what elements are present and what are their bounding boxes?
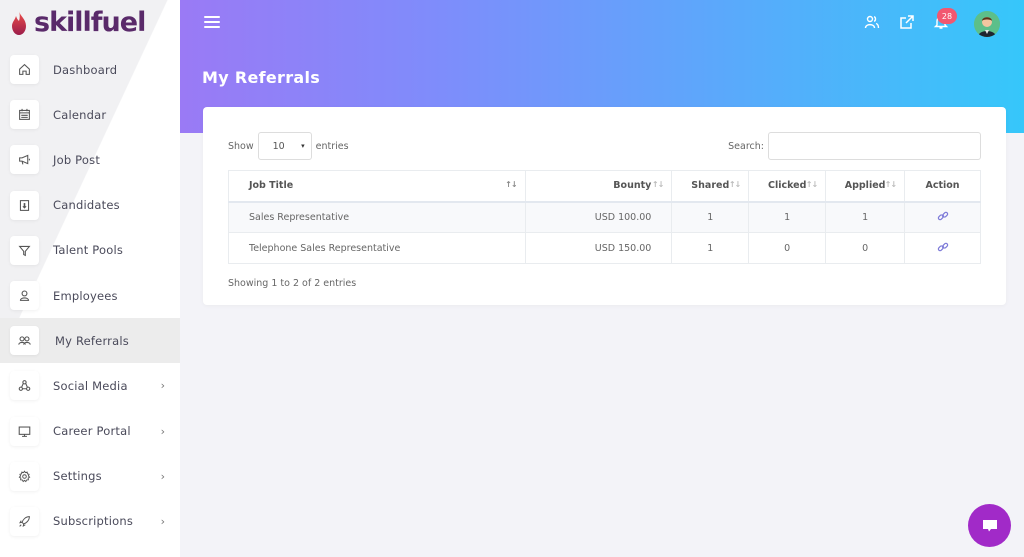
- sidebar-item-label: My Referrals: [55, 333, 129, 348]
- filter-icon: [10, 235, 39, 265]
- table-row: Sales Representative USD 100.00 1 1 1: [228, 201, 981, 233]
- page-title: My Referrals: [202, 68, 321, 87]
- entries-label: entries: [315, 140, 349, 152]
- table-info: Showing 1 to 2 of 2 entries: [228, 278, 357, 289]
- search-control: Search:: [728, 132, 981, 160]
- megaphone-icon: [10, 145, 39, 175]
- sidebar-item-talent-pools[interactable]: Talent Pools: [0, 228, 180, 273]
- sort-icon: ↑↓: [728, 180, 741, 189]
- column-header-applied[interactable]: Applied ↑↓: [825, 170, 906, 203]
- sidebar-item-label: Career Portal: [53, 424, 131, 439]
- social-network-icon: [10, 371, 39, 401]
- cell-clicked: 1: [748, 201, 827, 233]
- sidebar-item-job-post[interactable]: Job Post: [0, 137, 180, 182]
- show-label: Show: [228, 140, 254, 152]
- chevron-right-icon: ›: [160, 424, 165, 438]
- cell-clicked: 0: [748, 232, 827, 264]
- sidebar-item-label: Subscriptions: [53, 514, 134, 529]
- link-icon[interactable]: [937, 210, 949, 222]
- column-header-bounty[interactable]: Bounty ↑↓: [524, 170, 673, 203]
- sidebar-item-settings[interactable]: Settings ›: [0, 454, 180, 499]
- sidebar-item-calendar[interactable]: Calendar: [0, 92, 180, 137]
- sidebar: skillfuel Dashboard Calendar Job Post Ca…: [0, 0, 180, 557]
- id-card-icon: [10, 190, 39, 220]
- referrals-table: Job Title ↑↓ Bounty ↑↓ Shared ↑↓ Clicked ↑↓ …: [228, 170, 981, 264]
- calendar-icon: [10, 100, 39, 130]
- cell-job-title: Telephone Sales Representative: [228, 232, 526, 264]
- sidebar-item-label: Talent Pools: [53, 243, 124, 258]
- cell-job-title: Sales Representative: [228, 201, 526, 233]
- cell-shared: 1: [671, 201, 750, 233]
- sort-icon: ↑↓: [884, 180, 897, 189]
- brand-name: skillfuel: [34, 7, 146, 38]
- sort-icon: ↑↓: [505, 180, 517, 189]
- sidebar-item-candidates[interactable]: Candidates: [0, 183, 180, 228]
- link-icon[interactable]: [937, 241, 949, 253]
- entries-select-value: 10: [272, 140, 285, 152]
- cell-applied: 0: [825, 232, 906, 264]
- rocket-icon: [10, 506, 39, 536]
- column-header-clicked[interactable]: Clicked ↑↓: [748, 170, 827, 203]
- table-row: Telephone Sales Representative USD 150.0…: [228, 232, 981, 264]
- sidebar-item-my-referrals[interactable]: My Referrals: [0, 318, 180, 364]
- chevron-right-icon: ›: [160, 514, 165, 528]
- caret-down-icon: ▾: [301, 142, 305, 150]
- column-header-job-title[interactable]: Job Title ↑↓: [228, 170, 526, 203]
- sidebar-item-label: Candidates: [53, 198, 120, 213]
- team-icon[interactable]: [864, 14, 882, 32]
- brand-logo[interactable]: skillfuel: [10, 7, 146, 38]
- sidebar-item-social-media[interactable]: Social Media ›: [0, 363, 180, 408]
- sidebar-nav: Dashboard Calendar Job Post Candidates T…: [0, 47, 180, 544]
- chevron-right-icon: ›: [160, 379, 165, 393]
- chat-bubble-icon: [982, 519, 997, 531]
- sidebar-item-label: Employees: [53, 288, 118, 303]
- chevron-right-icon: ›: [160, 469, 165, 483]
- sidebar-item-label: Calendar: [53, 107, 107, 122]
- search-label: Search:: [728, 140, 764, 152]
- monitor-icon: [10, 416, 39, 446]
- sidebar-item-career-portal[interactable]: Career Portal ›: [0, 409, 180, 454]
- user-icon: [10, 281, 39, 311]
- users-icon: [10, 326, 39, 356]
- flame-icon: [12, 11, 26, 35]
- entries-select[interactable]: 10 ▾: [257, 132, 312, 160]
- user-avatar[interactable]: [974, 11, 1000, 37]
- sidebar-item-label: Job Post: [53, 152, 101, 167]
- gear-icon: [10, 461, 39, 491]
- cell-bounty: USD 100.00: [524, 201, 673, 233]
- column-header-shared[interactable]: Shared ↑↓: [671, 170, 750, 203]
- cell-applied: 1: [825, 201, 906, 233]
- sidebar-item-label: Settings: [53, 469, 102, 484]
- sort-icon: ↑↓: [805, 180, 818, 189]
- referrals-card: Show 10 ▾ entries Search: Job Title ↑↓ Bo…: [203, 107, 1006, 305]
- sidebar-item-subscriptions[interactable]: Subscriptions ›: [0, 499, 180, 544]
- cell-shared: 1: [671, 232, 750, 264]
- external-link-icon[interactable]: [899, 14, 917, 32]
- column-header-action: Action: [904, 170, 981, 203]
- entries-length-control: Show 10 ▾ entries: [228, 132, 349, 160]
- sidebar-item-label: Dashboard: [53, 62, 118, 77]
- table-header-row: Job Title ↑↓ Bounty ↑↓ Shared ↑↓ Clicked ↑↓ …: [228, 170, 981, 203]
- sort-icon: ↑↓: [651, 180, 664, 189]
- cell-action: [904, 201, 981, 233]
- menu-toggle-icon[interactable]: [204, 16, 220, 30]
- sidebar-item-employees[interactable]: Employees: [0, 273, 180, 318]
- cell-bounty: USD 150.00: [524, 232, 673, 264]
- sidebar-item-dashboard[interactable]: Dashboard: [0, 47, 180, 92]
- notification-badge: 28: [937, 8, 957, 24]
- search-input[interactable]: [768, 132, 981, 160]
- chat-button[interactable]: [968, 504, 1011, 547]
- home-icon: [10, 55, 39, 85]
- cell-action: [904, 232, 981, 264]
- sidebar-item-label: Social Media: [53, 378, 128, 393]
